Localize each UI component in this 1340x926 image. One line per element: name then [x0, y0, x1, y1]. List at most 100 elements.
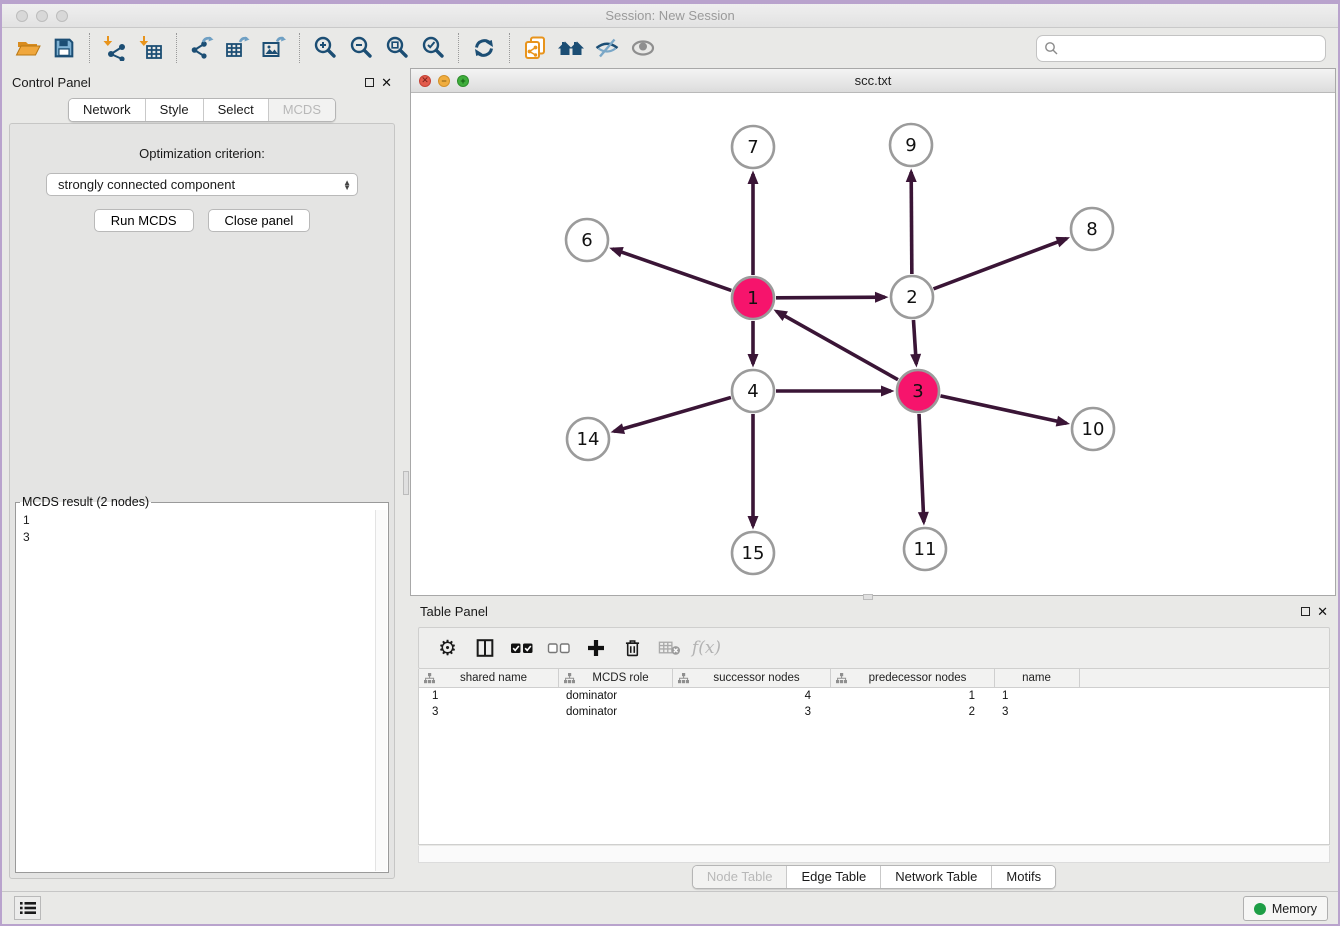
- column-header-predecessor-nodes[interactable]: predecessor nodes: [831, 669, 995, 687]
- edge-3-10[interactable]: [940, 396, 1066, 423]
- node-label: 7: [747, 137, 758, 158]
- column-header-mcds-role[interactable]: MCDS role: [559, 669, 673, 687]
- memory-button[interactable]: Memory: [1243, 896, 1328, 921]
- apply-layout-button[interactable]: [466, 31, 502, 65]
- tab-mcds[interactable]: MCDS: [268, 99, 335, 121]
- save-floppy-icon: [52, 36, 76, 60]
- select-all-button[interactable]: [505, 633, 538, 663]
- import-table-button[interactable]: [133, 31, 169, 65]
- node-table: shared nameMCDS rolesuccessor nodesprede…: [418, 669, 1330, 845]
- zoom-selected-button[interactable]: [415, 31, 451, 65]
- node-2[interactable]: 2: [891, 276, 933, 318]
- edge-3-11[interactable]: [919, 414, 924, 522]
- splitter-grip[interactable]: [403, 471, 409, 495]
- show-all-button[interactable]: [625, 31, 661, 65]
- add-column-button[interactable]: [579, 633, 612, 663]
- table-cell[interactable]: 4: [673, 690, 831, 702]
- edge-1-6[interactable]: [612, 249, 731, 291]
- table-panel-tabs: Node TableEdge TableNetwork TableMotifs: [692, 865, 1056, 889]
- export-image-button[interactable]: [256, 31, 292, 65]
- import-network-button[interactable]: [97, 31, 133, 65]
- edge-2-3[interactable]: [913, 320, 916, 364]
- close-panel-button[interactable]: Close panel: [208, 209, 311, 232]
- network-canvas[interactable]: 7 9 6 8 1 2 4 3 14 10 15 11: [411, 93, 1335, 595]
- table-body: 1dominator4113dominator323: [419, 688, 1329, 720]
- table-horizontal-scrollbar[interactable]: [418, 846, 1330, 863]
- mcds-result-text[interactable]: 13: [17, 510, 375, 871]
- node-11[interactable]: 11: [904, 528, 946, 570]
- node-label: 2: [906, 287, 917, 308]
- table-cell[interactable]: dominator: [559, 706, 673, 718]
- search-input[interactable]: [1063, 41, 1325, 56]
- node-8[interactable]: 8: [1071, 208, 1113, 250]
- task-history-button[interactable]: [14, 896, 41, 920]
- node-10[interactable]: 10: [1072, 408, 1114, 450]
- clone-network-button[interactable]: [517, 31, 553, 65]
- tab-edge-table[interactable]: Edge Table: [786, 866, 880, 888]
- export-network-button[interactable]: [184, 31, 220, 65]
- hide-selected-button[interactable]: [589, 31, 625, 65]
- export-image-icon: [261, 35, 287, 61]
- node-3[interactable]: 3: [897, 370, 939, 412]
- eye-slash-icon: [594, 35, 620, 61]
- table-cell[interactable]: 3: [419, 706, 559, 718]
- table-toolbar: ⚙ f(x): [418, 627, 1330, 669]
- tab-select[interactable]: Select: [203, 99, 268, 121]
- edge-4-14[interactable]: [614, 397, 731, 431]
- node-1[interactable]: 1: [732, 277, 774, 319]
- network-window-titlebar[interactable]: ✕ − + scc.txt: [411, 69, 1335, 93]
- close-table-panel-icon[interactable]: ✕: [1317, 607, 1328, 616]
- float-table-panel-icon[interactable]: [1301, 607, 1310, 616]
- edge-2-9[interactable]: [911, 172, 912, 274]
- table-row[interactable]: 1dominator411: [419, 688, 1329, 704]
- node-6[interactable]: 6: [566, 219, 608, 261]
- result-scrollbar[interactable]: [375, 510, 387, 871]
- table-cell[interactable]: dominator: [559, 690, 673, 702]
- column-header-shared-name[interactable]: shared name: [419, 669, 559, 687]
- float-panel-icon[interactable]: [365, 78, 374, 87]
- table-cell[interactable]: 3: [995, 706, 1080, 718]
- node-15[interactable]: 15: [732, 532, 774, 574]
- delete-column-button[interactable]: [616, 633, 649, 663]
- close-panel-icon[interactable]: ✕: [381, 78, 392, 87]
- table-cell[interactable]: 1: [419, 690, 559, 702]
- tab-motifs[interactable]: Motifs: [991, 866, 1055, 888]
- node-7[interactable]: 7: [732, 126, 774, 168]
- edge-2-8[interactable]: [934, 239, 1067, 289]
- first-neighbors-button[interactable]: [553, 31, 589, 65]
- table-row[interactable]: 3dominator323: [419, 704, 1329, 720]
- deselect-all-button[interactable]: [542, 633, 575, 663]
- table-settings-button[interactable]: ⚙: [431, 633, 464, 663]
- search-icon: [1044, 41, 1058, 55]
- tab-node-table[interactable]: Node Table: [693, 866, 787, 888]
- node-9[interactable]: 9: [890, 124, 932, 166]
- column-chooser-button[interactable]: [468, 633, 501, 663]
- delete-table-button: [653, 633, 686, 663]
- column-header-name[interactable]: name: [995, 669, 1080, 687]
- zoom-out-button[interactable]: [343, 31, 379, 65]
- table-cell[interactable]: 1: [831, 690, 995, 702]
- open-session-button[interactable]: [10, 31, 46, 65]
- node-label: 10: [1082, 419, 1105, 440]
- dropdown-stepper-icon: ▲▼: [343, 180, 351, 190]
- save-session-button[interactable]: [46, 31, 82, 65]
- zoom-in-button[interactable]: [307, 31, 343, 65]
- table-cell[interactable]: 1: [995, 690, 1080, 702]
- plus-icon: [586, 638, 606, 658]
- node-4[interactable]: 4: [732, 370, 774, 412]
- tab-style[interactable]: Style: [145, 99, 203, 121]
- zoom-fit-button[interactable]: [379, 31, 415, 65]
- column-header-successor-nodes[interactable]: successor nodes: [673, 669, 831, 687]
- run-mcds-button[interactable]: Run MCDS: [94, 209, 194, 232]
- search-field[interactable]: [1036, 35, 1326, 62]
- table-cell[interactable]: 3: [673, 706, 831, 718]
- export-table-button[interactable]: [220, 31, 256, 65]
- table-cell[interactable]: 2: [831, 706, 995, 718]
- vertical-splitter[interactable]: [402, 68, 410, 891]
- edge-1-2[interactable]: [776, 297, 885, 298]
- tab-network[interactable]: Network: [69, 99, 145, 121]
- edge-3-1[interactable]: [777, 311, 898, 379]
- node-14[interactable]: 14: [567, 418, 609, 460]
- tab-network-table[interactable]: Network Table: [880, 866, 991, 888]
- criterion-dropdown[interactable]: strongly connected component ▲▼: [46, 173, 358, 196]
